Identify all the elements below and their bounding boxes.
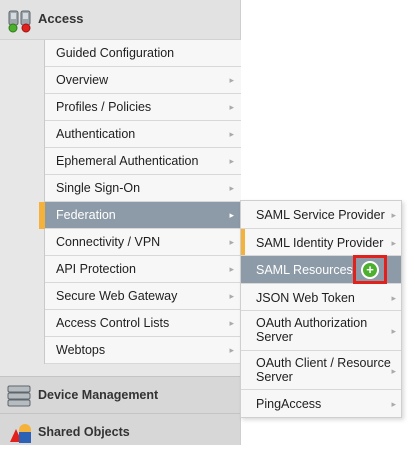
menu-item-label: Authentication — [56, 127, 136, 141]
chevron-right-icon: ▸ — [391, 366, 396, 376]
menu-item-webtops[interactable]: Webtops ▸ — [45, 337, 241, 364]
server-icon — [7, 385, 31, 407]
flyout-item-label: JSON Web Token — [256, 291, 355, 305]
plus-circle-icon: + — [361, 260, 379, 279]
chevron-right-icon: ▸ — [229, 183, 234, 193]
chevron-right-icon: ▸ — [391, 293, 396, 303]
chevron-right-icon: ▸ — [229, 129, 234, 139]
federation-flyout-menu: SAML Service Provider ▸ SAML Identity Pr… — [240, 200, 402, 418]
menu-item-federation[interactable]: Federation ▸ — [39, 202, 241, 229]
flyout-item-label: PingAccess — [256, 397, 322, 411]
menu-item-api-protection[interactable]: API Protection ▸ — [45, 256, 241, 283]
menu-item-label: Guided Configuration — [56, 46, 175, 60]
flyout-item-oauth-authorization-server[interactable]: OAuth Authorization Server ▸ — [241, 311, 401, 351]
menu-item-access-control-lists[interactable]: Access Control Lists ▸ — [45, 310, 241, 337]
flyout-item-json-web-token[interactable]: JSON Web Token ▸ — [241, 284, 401, 311]
flyout-item-saml-identity-provider[interactable]: SAML Identity Provider ▸ — [241, 229, 401, 256]
flyout-item-label: OAuth Authorization Server — [256, 316, 368, 344]
chevron-right-icon: ▸ — [229, 345, 234, 355]
menu-item-single-sign-on[interactable]: Single Sign-On ▸ — [45, 175, 241, 202]
flyout-item-label: SAML Service Provider — [256, 208, 385, 222]
chevron-right-icon: ▸ — [229, 237, 234, 247]
menu-item-overview[interactable]: Overview ▸ — [45, 67, 241, 94]
menu-item-label: Overview — [56, 73, 109, 87]
menu-item-label: Single Sign-On — [56, 181, 141, 195]
access-submenu: Guided Configuration Overview ▸ Profiles… — [39, 40, 241, 364]
access-label: Access — [38, 11, 84, 26]
flyout-item-saml-service-provider[interactable]: SAML Service Provider ▸ — [241, 201, 401, 229]
chevron-right-icon: ▸ — [229, 156, 234, 166]
chevron-right-icon: ▸ — [229, 264, 234, 274]
chevron-right-icon: ▸ — [391, 210, 396, 220]
flyout-item-label: OAuth Client / Resource Server — [256, 356, 391, 384]
chevron-right-icon: ▸ — [229, 102, 234, 112]
menu-item-guided-configuration[interactable]: Guided Configuration — [45, 40, 241, 67]
shared-objects-section[interactable]: Shared Objects — [0, 413, 240, 445]
device-management-label: Device Management — [38, 388, 159, 402]
flyout-item-label: SAML Identity Provider — [256, 236, 384, 250]
menu-item-authentication[interactable]: Authentication ▸ — [45, 121, 241, 148]
menu-item-label: Federation — [56, 208, 116, 222]
shared-objects-label: Shared Objects — [38, 425, 130, 439]
chevron-right-icon: ▸ — [229, 75, 234, 85]
add-saml-resource-button[interactable]: + — [353, 255, 387, 284]
chevron-right-icon: ▸ — [229, 210, 234, 220]
access-icon — [8, 9, 32, 33]
menu-item-label: API Protection — [56, 262, 136, 276]
flyout-item-oauth-client-resource-server[interactable]: OAuth Client / Resource Server ▸ — [241, 351, 401, 390]
flyout-item-label: SAML Resources — [256, 263, 353, 277]
menu-item-label: Secure Web Gateway — [56, 289, 178, 303]
menu-item-profiles-policies[interactable]: Profiles / Policies ▸ — [45, 94, 241, 121]
menu-item-label: Ephemeral Authentication — [56, 154, 199, 168]
chevron-right-icon: ▸ — [391, 326, 396, 336]
chevron-right-icon: ▸ — [229, 318, 234, 328]
flyout-item-pingaccess[interactable]: PingAccess ▸ — [241, 390, 401, 417]
menu-item-secure-web-gateway[interactable]: Secure Web Gateway ▸ — [45, 283, 241, 310]
chevron-right-icon: ▸ — [229, 291, 234, 301]
menu-item-label: Connectivity / VPN — [56, 235, 161, 249]
menu-item-label: Access Control Lists — [56, 316, 170, 330]
access-nav-header[interactable]: Access — [0, 0, 240, 40]
device-management-section[interactable]: Device Management — [0, 376, 240, 413]
menu-item-ephemeral-authentication[interactable]: Ephemeral Authentication ▸ — [45, 148, 241, 175]
chevron-right-icon: ▸ — [391, 399, 396, 409]
menu-item-label: Webtops — [56, 343, 106, 357]
menu-item-label: Profiles / Policies — [56, 100, 152, 114]
menu-item-connectivity-vpn[interactable]: Connectivity / VPN ▸ — [45, 229, 241, 256]
chevron-right-icon: ▸ — [391, 238, 396, 248]
shapes-icon — [7, 420, 33, 444]
